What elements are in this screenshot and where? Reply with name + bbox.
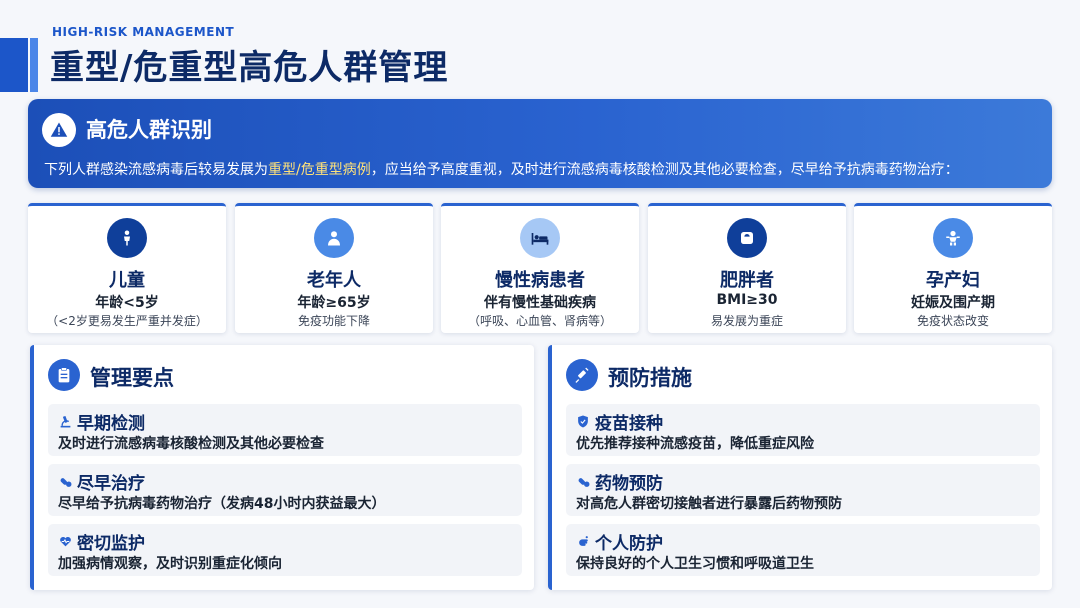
hand-wash-icon (576, 535, 590, 549)
item-title: 疫苗接种 (595, 414, 663, 434)
clipboard-icon (48, 359, 80, 391)
group-note: （呼吸、心血管、肾病等） (467, 314, 612, 328)
group-name: 儿童 (109, 270, 145, 291)
page-subtitle: HIGH-RISK MANAGEMENT (52, 25, 235, 39)
prevention-item-vaccination: 疫苗接种 优先推荐接种流感疫苗，降低重症风险 (566, 404, 1040, 456)
group-card-elderly: 老年人 年龄≥65岁 免疫功能下降 (235, 203, 433, 333)
microscope-icon (58, 415, 72, 429)
item-description: 尽早给予抗病毒药物治疗（发病48小时内获益最大） (58, 496, 386, 512)
child-icon (107, 218, 147, 258)
header-accent-bar (0, 38, 28, 92)
hospital-bed-icon (520, 218, 560, 258)
item-title: 药物预防 (595, 474, 663, 494)
group-note: 免疫状态改变 (916, 314, 989, 328)
shield-icon (576, 415, 590, 429)
weight-scale-icon (727, 218, 767, 258)
group-note: （<2岁更易发生严重并发症） (46, 314, 208, 328)
group-criterion: 年龄<5岁 (95, 295, 159, 311)
item-description: 加强病情观察，及时识别重症化倾向 (58, 556, 282, 572)
group-card-obese: 肥胖者 BMI≥30 易发展为重症 (648, 203, 846, 333)
item-title: 密切监护 (77, 534, 145, 554)
management-item-close-monitoring: 密切监护 加强病情观察，及时识别重症化倾向 (48, 524, 522, 576)
group-note: 免疫功能下降 (297, 314, 370, 328)
group-criterion: BMI≥30 (716, 292, 778, 308)
pills-icon (58, 475, 72, 489)
item-description: 对高危人群密切接触者进行暴露后药物预防 (576, 496, 842, 512)
item-title: 尽早治疗 (77, 474, 145, 494)
group-card-chronic-patients: 慢性病患者 伴有慢性基础疾病 （呼吸、心血管、肾病等） (441, 203, 639, 333)
group-card-children: 儿童 年龄<5岁 （<2岁更易发生严重并发症） (28, 203, 226, 333)
elderly-icon (314, 218, 354, 258)
header-accent-bar-secondary (30, 38, 38, 92)
prevention-panel: 预防措施 疫苗接种 优先推荐接种流感疫苗，降低重症风险 药物预防 对高危人群密切… (548, 345, 1052, 590)
management-item-early-detection: 早期检测 及时进行流感病毒核酸检测及其他必要检查 (48, 404, 522, 456)
page-title: 重型/危重型高危人群管理 (50, 48, 449, 88)
banner-title: 高危人群识别 (86, 118, 212, 142)
item-description: 保持良好的个人卫生习惯和呼吸道卫生 (576, 556, 814, 572)
banner-highlight: 重型/危重型病例 (268, 162, 371, 178)
item-description: 优先推荐接种流感疫苗，降低重症风险 (576, 436, 814, 452)
management-title: 管理要点 (90, 366, 174, 390)
syringe-icon (566, 359, 598, 391)
item-title: 个人防护 (595, 534, 663, 554)
prevention-item-drug-prophylaxis: 药物预防 对高危人群密切接触者进行暴露后药物预防 (566, 464, 1040, 516)
pills-icon (576, 475, 590, 489)
group-note: 易发展为重症 (710, 314, 783, 328)
group-criterion: 妊娠及围产期 (911, 295, 995, 311)
group-criterion: 年龄≥65岁 (297, 295, 371, 311)
item-description: 及时进行流感病毒核酸检测及其他必要检查 (58, 436, 324, 452)
heartbeat-icon (58, 535, 72, 549)
group-name: 慢性病患者 (495, 270, 585, 291)
high-risk-identification-banner: 高危人群识别 下列人群感染流感病毒后较易发展为重型/危重型病例，应当给予高度重视… (28, 99, 1052, 188)
management-item-early-treatment: 尽早治疗 尽早给予抗病毒药物治疗（发病48小时内获益最大） (48, 464, 522, 516)
group-card-pregnant: 孕产妇 妊娠及围产期 免疫状态改变 (854, 203, 1052, 333)
group-name: 肥胖者 (720, 270, 774, 291)
group-name: 老年人 (307, 270, 361, 291)
group-criterion: 伴有慢性基础疾病 (484, 295, 596, 311)
baby-icon (933, 218, 973, 258)
banner-description: 下列人群感染流感病毒后较易发展为重型/危重型病例，应当给予高度重视，及时进行流感… (44, 162, 959, 178)
item-title: 早期检测 (77, 414, 145, 434)
prevention-item-personal-protection: 个人防护 保持良好的个人卫生习惯和呼吸道卫生 (566, 524, 1040, 576)
management-panel: 管理要点 早期检测 及时进行流感病毒核酸检测及其他必要检查 尽早治疗 尽早给予抗… (30, 345, 534, 590)
group-name: 孕产妇 (926, 270, 980, 291)
prevention-title: 预防措施 (608, 366, 692, 390)
warning-icon (42, 113, 76, 147)
